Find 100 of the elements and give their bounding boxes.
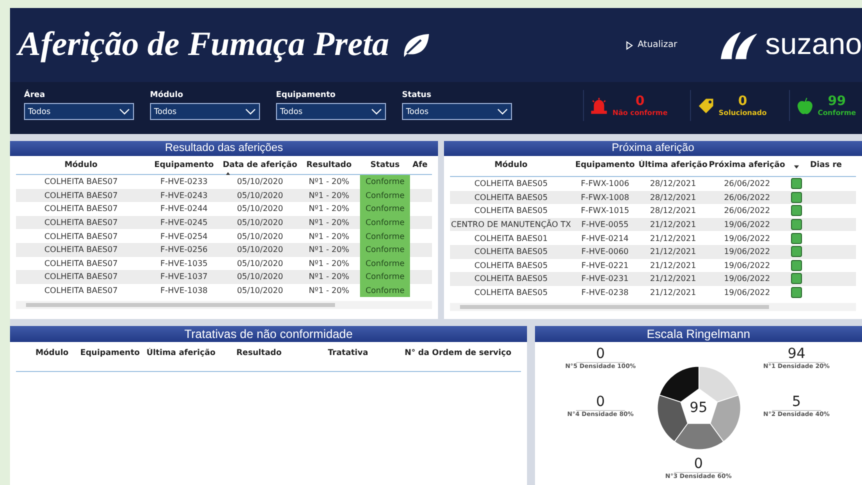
leaf-icon bbox=[401, 32, 432, 58]
column-header[interactable]: Dias re bbox=[806, 160, 846, 171]
table-cell-text: 05/10/2020 bbox=[236, 176, 284, 188]
horizontal-scrollbar[interactable] bbox=[16, 301, 432, 310]
table-cell-text: COLHEITA BAES05 bbox=[473, 178, 549, 190]
column-header[interactable]: Módulo bbox=[16, 160, 146, 169]
column-header[interactable]: Data de aferição bbox=[222, 160, 298, 169]
tag-icon bbox=[696, 96, 715, 114]
filter-dropdown[interactable]: Todos bbox=[402, 103, 512, 120]
table-cell-text: 26/06/2022 bbox=[722, 178, 772, 190]
table-cell-text: F-HVE-0231 bbox=[580, 273, 630, 286]
table-cell-text: COLHEITA BAES01 bbox=[473, 232, 549, 245]
status-light-icon bbox=[790, 232, 802, 244]
table-cell-text: 05/10/2020 bbox=[236, 217, 284, 230]
table-cell-text: Nº1 - 20% bbox=[308, 176, 350, 188]
kpi-value: 99 bbox=[828, 94, 846, 109]
filter-label: Status bbox=[402, 90, 432, 99]
refresh-button[interactable]: Atualizar bbox=[624, 38, 680, 52]
column-header[interactable]: Status bbox=[360, 160, 410, 169]
panel-title: Próxima aferição bbox=[444, 141, 862, 156]
table-cell-text: 05/10/2020 bbox=[236, 203, 284, 216]
status-light-icon bbox=[790, 219, 802, 230]
table-cell-text: F-FWX-1015 bbox=[580, 205, 630, 218]
table-cell-text: Nº1 - 20% bbox=[308, 203, 350, 216]
column-header[interactable]: Tratativa bbox=[298, 348, 398, 357]
sort-caret-icon[interactable] bbox=[794, 165, 798, 169]
table-cell-text: 19/06/2022 bbox=[722, 287, 772, 300]
table-cell-text: 28/12/2021 bbox=[648, 205, 698, 218]
panel-title: Resultado das aferições bbox=[10, 141, 438, 156]
table-cell-text: COLHEITA BAES05 bbox=[473, 246, 549, 258]
column-header[interactable]: Equipamento bbox=[78, 348, 142, 357]
status-light-icon bbox=[790, 192, 802, 203]
table-cell-text: COLHEITA BAES05 bbox=[473, 273, 549, 286]
column-header[interactable]: Resultado bbox=[298, 160, 360, 169]
table-cell-text: Nº1 - 20% bbox=[308, 217, 350, 230]
table-cell-text: COLHEITA BAES07 bbox=[43, 203, 119, 216]
table-cell-text: F-HVE-1037 bbox=[159, 271, 209, 284]
status-light-icon bbox=[790, 287, 802, 298]
filter-dropdown[interactable]: Todos bbox=[24, 103, 134, 120]
table-cell-text: 21/12/2021 bbox=[648, 273, 698, 286]
table-cell-text: COLHEITA BAES07 bbox=[43, 271, 119, 284]
table-cell-text: F-FWX-1006 bbox=[580, 178, 630, 190]
status-cell: Conforme bbox=[360, 284, 410, 298]
table-cell-text: 19/06/2022 bbox=[722, 219, 772, 232]
level-count: 0 bbox=[576, 346, 625, 363]
table-cell-text: COLHEITA BAES05 bbox=[473, 192, 549, 204]
table-cell-text: F-HVE-1035 bbox=[159, 258, 209, 270]
column-header[interactable]: N° da Ordem de serviço bbox=[398, 348, 518, 357]
table-cell-text: 21/12/2021 bbox=[648, 260, 698, 272]
total-count: 95 bbox=[690, 400, 708, 416]
status-cell: Conforme bbox=[360, 202, 410, 216]
horizontal-scrollbar[interactable] bbox=[450, 303, 856, 312]
apple-icon bbox=[796, 96, 814, 114]
table-cell-text: F-HVE-0243 bbox=[159, 190, 209, 202]
filter-dropdown[interactable]: Todos bbox=[276, 103, 386, 120]
table-cell-text: 05/10/2020 bbox=[236, 190, 284, 202]
level-count: 0 bbox=[674, 456, 723, 473]
table-cell-text: CENTRO DE MANUTENÇÃO TX bbox=[450, 218, 572, 232]
table-cell-text: COLHEITA BAES05 bbox=[473, 260, 549, 272]
chevron-down-icon bbox=[371, 108, 382, 115]
chevron-down-icon bbox=[119, 108, 130, 115]
status-cell: Conforme bbox=[360, 242, 410, 257]
table-cell-text: 05/10/2020 bbox=[236, 230, 284, 243]
table-cell-text: 19/06/2022 bbox=[722, 260, 772, 272]
status-cell: Conforme bbox=[360, 175, 410, 189]
status-light-icon bbox=[790, 246, 802, 258]
panel-title: Escala Ringelmann bbox=[535, 326, 862, 342]
table-cell-text: COLHEITA BAES07 bbox=[43, 190, 119, 202]
table-cell-text: Nº1 - 20% bbox=[308, 285, 350, 298]
table-cell-text: 05/10/2020 bbox=[236, 244, 284, 256]
table-cell-text: 21/12/2021 bbox=[648, 232, 698, 245]
table-cell-text: 05/10/2020 bbox=[236, 271, 284, 284]
column-header[interactable]: Equipamento bbox=[146, 160, 222, 169]
status-cell: Conforme bbox=[360, 229, 410, 243]
table-cell-text: COLHEITA BAES05 bbox=[473, 205, 549, 218]
column-header[interactable]: Módulo bbox=[450, 160, 572, 171]
level-count: 0 bbox=[576, 394, 625, 411]
play-icon bbox=[626, 40, 633, 50]
wing-logo-icon bbox=[719, 30, 760, 60]
status-cell: Conforme bbox=[360, 188, 410, 202]
sort-caret-icon bbox=[226, 172, 230, 175]
level-count: 94 bbox=[768, 346, 826, 363]
table-cell-text: Nº1 - 20% bbox=[308, 230, 350, 243]
column-header[interactable]: Módulo bbox=[26, 348, 78, 357]
status-light-icon bbox=[790, 205, 802, 216]
filter-dropdown[interactable]: Todos bbox=[150, 103, 260, 120]
table-cell-text: COLHEITA BAES07 bbox=[43, 258, 119, 270]
column-header[interactable]: Resultado bbox=[220, 348, 298, 357]
column-header[interactable]: Próxima aferição bbox=[708, 160, 786, 171]
table-cell-text: 19/06/2022 bbox=[722, 232, 772, 245]
panel-title: Tratativas de não conformidade bbox=[10, 326, 527, 342]
table-cell-text: Nº1 - 20% bbox=[308, 244, 350, 256]
status-light-icon bbox=[790, 260, 802, 271]
table-cell-text: COLHEITA BAES07 bbox=[43, 217, 119, 230]
table-cell-text: 26/06/2022 bbox=[722, 205, 772, 218]
column-header[interactable]: Afe bbox=[410, 160, 430, 169]
table-cell-text: F-FWX-1008 bbox=[580, 192, 630, 204]
column-header[interactable]: Equipamento bbox=[572, 160, 638, 171]
dashboard-title: Aferição de Fumaça Preta bbox=[18, 26, 390, 64]
table-cell-text: F-HVE-0060 bbox=[580, 246, 630, 258]
